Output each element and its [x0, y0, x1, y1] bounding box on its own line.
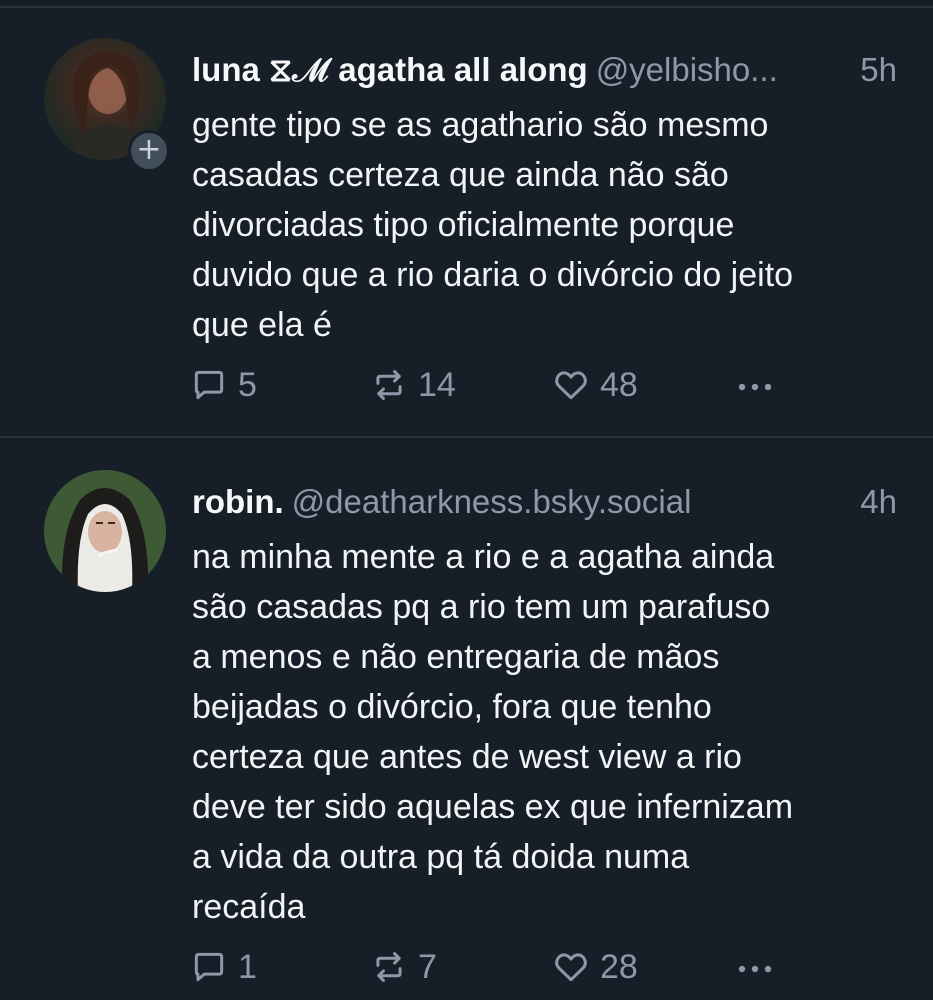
like-button[interactable]: 28: [552, 945, 638, 989]
handle[interactable]: @yelbisho...: [596, 51, 778, 88]
reply-count: 1: [238, 947, 257, 986]
timestamp[interactable]: 5h: [860, 48, 897, 92]
more-icon: [738, 383, 772, 391]
reply-icon: [194, 952, 224, 982]
display-name[interactable]: luna ⧖ℳ agatha all along: [192, 51, 588, 88]
reply-count: 5: [238, 365, 257, 404]
repost-button[interactable]: 7: [370, 945, 437, 989]
post-header: luna ⧖ℳ agatha all along @yelbisho... 5h: [192, 48, 897, 92]
like-button[interactable]: 48: [552, 363, 638, 407]
post-text: gente tipo se as agathario são mesmo cas…: [192, 106, 794, 344]
display-name[interactable]: robin.: [192, 483, 284, 520]
handle[interactable]: @deatharkness.bsky.social: [292, 483, 692, 520]
avatar[interactable]: [44, 470, 166, 592]
timestamp[interactable]: 4h: [860, 480, 897, 524]
repost-icon: [376, 952, 402, 982]
follow-button[interactable]: +: [128, 130, 170, 172]
more-options-button[interactable]: [734, 945, 778, 989]
more-icon: [738, 965, 772, 973]
more-options-button[interactable]: [734, 363, 778, 407]
repost-count: 14: [418, 365, 456, 404]
like-count: 48: [600, 365, 638, 404]
like-count: 28: [600, 947, 638, 986]
post-2[interactable]: robin. @deatharkness.bsky.social 4h na mi…: [0, 440, 933, 1000]
post-text: na minha mente a rio e a agatha ainda sã…: [192, 538, 794, 926]
repost-count: 7: [418, 947, 437, 986]
post-divider: [0, 436, 933, 438]
heart-icon: [555, 371, 587, 400]
repost-button[interactable]: 14: [370, 363, 456, 407]
repost-icon: [376, 370, 402, 400]
heart-icon: [555, 953, 587, 982]
avatar-image: [44, 470, 166, 592]
reply-icon: [194, 370, 224, 400]
reply-button[interactable]: 5: [190, 363, 257, 407]
reply-button[interactable]: 1: [190, 945, 257, 989]
avatar-portrait-icon: [44, 470, 166, 592]
post-1[interactable]: + luna ⧖ℳ agatha all along @yelbisho... 5…: [0, 8, 933, 438]
post-header: robin. @deatharkness.bsky.social 4h: [192, 480, 897, 524]
